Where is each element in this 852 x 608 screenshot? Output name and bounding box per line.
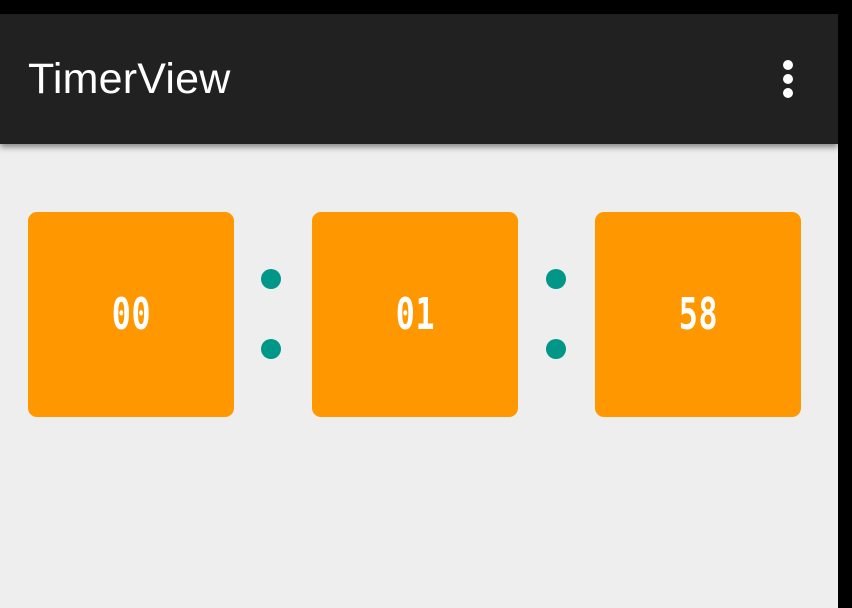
more-vert-icon-dot (783, 74, 793, 84)
separator-dot (261, 339, 281, 359)
minutes-value: 01 (395, 288, 435, 340)
minutes-tile: 01 (312, 212, 518, 417)
more-vert-icon-dot (783, 88, 793, 98)
status-bar (0, 0, 852, 14)
timer-content: 00 01 58 (0, 144, 838, 608)
separator-dot (261, 269, 281, 289)
separator-dot (546, 339, 566, 359)
seconds-value: 58 (678, 288, 718, 340)
hours-value: 00 (111, 288, 151, 340)
app-bar: TimerView (0, 14, 838, 144)
overflow-menu-button[interactable] (770, 52, 806, 106)
hours-tile: 00 (28, 212, 234, 417)
more-vert-icon (783, 60, 793, 70)
app-title: TimerView (28, 55, 231, 103)
screen-edge (838, 0, 852, 608)
seconds-tile: 58 (595, 212, 801, 417)
separator-dot (546, 269, 566, 289)
